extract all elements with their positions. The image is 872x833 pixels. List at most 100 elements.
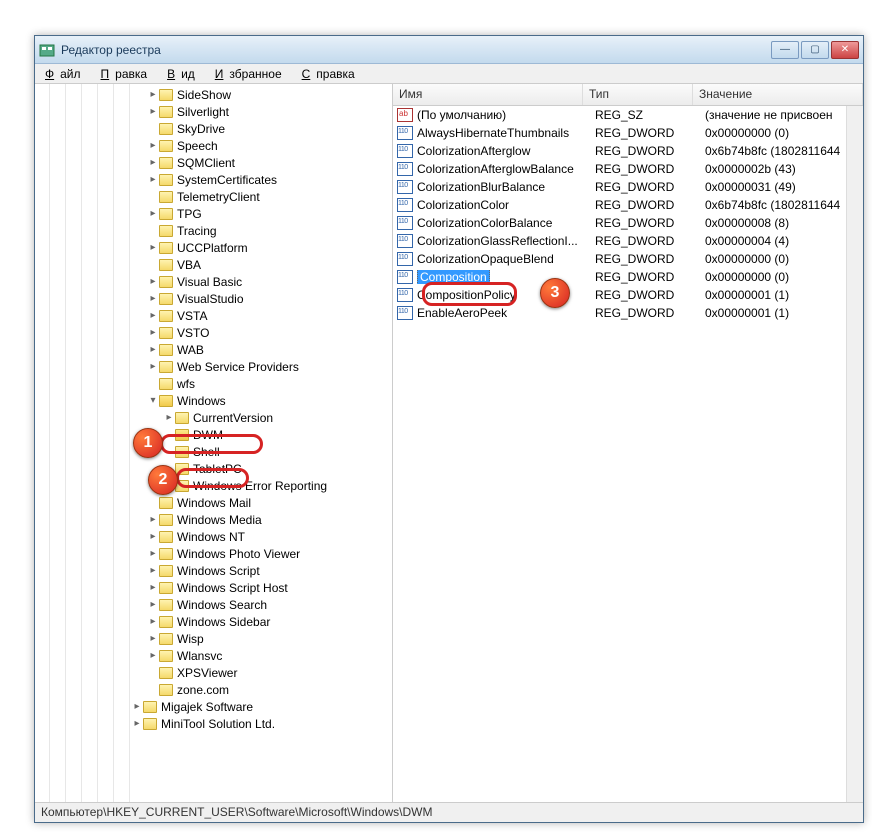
tree-item[interactable]: Windows Photo Viewer [35, 545, 392, 562]
title-bar[interactable]: Редактор реестра — ▢ ✕ [35, 36, 863, 64]
tree-item[interactable]: SQMClient [35, 154, 392, 171]
value-row[interactable]: ColorizationBlurBalanceREG_DWORD0x000000… [393, 178, 863, 196]
value-row[interactable]: AlwaysHibernateThumbnailsREG_DWORD0x0000… [393, 124, 863, 142]
value-data: 0x6b74b8fc (1802811644 [705, 198, 863, 212]
tree-item[interactable]: MiniTool Solution Ltd. [35, 715, 392, 732]
expander-icon[interactable] [131, 718, 143, 729]
tree-item[interactable]: VisualStudio [35, 290, 392, 307]
value-row[interactable]: ColorizationAfterglowREG_DWORD0x6b74b8fc… [393, 142, 863, 160]
tree-item[interactable]: Windows Script [35, 562, 392, 579]
tree-item[interactable]: WAB [35, 341, 392, 358]
tree-item[interactable]: Speech [35, 137, 392, 154]
value-row[interactable]: CompositionREG_DWORD0x00000000 (0) [393, 268, 863, 286]
expander-icon[interactable] [147, 157, 159, 168]
value-row[interactable]: ColorizationColorBalanceREG_DWORD0x00000… [393, 214, 863, 232]
tree-item[interactable]: Windows Mail [35, 494, 392, 511]
tree-item[interactable]: Windows [35, 392, 392, 409]
tree-item[interactable]: Silverlight [35, 103, 392, 120]
value-row[interactable]: ColorizationOpaqueBlendREG_DWORD0x000000… [393, 250, 863, 268]
scrollbar-vertical[interactable] [846, 106, 863, 802]
value-row[interactable]: ColorizationGlassReflectionI...REG_DWORD… [393, 232, 863, 250]
tree-item[interactable]: Migajek Software [35, 698, 392, 715]
tree-item[interactable]: TabletPC [35, 460, 392, 477]
tree-item[interactable]: zone.com [35, 681, 392, 698]
expander-icon[interactable] [147, 208, 159, 219]
expander-icon[interactable] [147, 616, 159, 627]
menu-view[interactable]: Вид [161, 65, 207, 83]
expander-icon[interactable] [147, 565, 159, 576]
tree-item[interactable]: Visual Basic [35, 273, 392, 290]
menu-edit[interactable]: Правка [95, 65, 160, 83]
tree-item[interactable]: Windows Script Host [35, 579, 392, 596]
expander-icon[interactable] [147, 361, 159, 372]
minimize-button[interactable]: — [771, 41, 799, 59]
tree-item[interactable]: Wisp [35, 630, 392, 647]
folder-icon [159, 327, 173, 339]
column-value[interactable]: Значение [693, 84, 863, 105]
tree-item[interactable]: TPG [35, 205, 392, 222]
binary-value-icon [397, 198, 413, 212]
tree-item[interactable]: TelemetryClient [35, 188, 392, 205]
values-panel[interactable]: Имя Тип Значение (По умолчанию)REG_SZ(зн… [393, 84, 863, 802]
menu-favorites[interactable]: Избранное [209, 65, 294, 83]
expander-icon[interactable] [147, 327, 159, 338]
expander-icon[interactable] [147, 395, 159, 406]
tree-item[interactable]: XPSViewer [35, 664, 392, 681]
expander-icon[interactable] [147, 344, 159, 355]
tree-item[interactable]: Windows Search [35, 596, 392, 613]
expander-icon[interactable] [163, 412, 175, 423]
window-buttons: — ▢ ✕ [771, 41, 859, 59]
tree-item[interactable]: wfs [35, 375, 392, 392]
expander-icon[interactable] [147, 293, 159, 304]
expander-icon[interactable] [147, 276, 159, 287]
tree-item[interactable]: Tracing [35, 222, 392, 239]
tree-item[interactable]: UCCPlatform [35, 239, 392, 256]
menu-help[interactable]: Справка [296, 65, 367, 83]
value-row[interactable]: ColorizationAfterglowBalanceREG_DWORD0x0… [393, 160, 863, 178]
expander-icon[interactable] [147, 548, 159, 559]
expander-icon[interactable] [147, 89, 159, 100]
value-row[interactable]: CompositionPolicyREG_DWORD0x00000001 (1) [393, 286, 863, 304]
expander-icon[interactable] [163, 480, 175, 491]
expander-icon[interactable] [147, 633, 159, 644]
value-name: ColorizationAfterglowBalance [417, 162, 595, 176]
tree-label: Migajek Software [161, 700, 253, 714]
tree-item[interactable]: DWM [35, 426, 392, 443]
tree-item[interactable]: Windows Error Reporting [35, 477, 392, 494]
tree-item[interactable]: Windows Sidebar [35, 613, 392, 630]
tree-item[interactable]: Windows NT [35, 528, 392, 545]
tree-item[interactable]: SideShow [35, 86, 392, 103]
expander-icon[interactable] [147, 106, 159, 117]
value-row[interactable]: (По умолчанию)REG_SZ(значение не присвое… [393, 106, 863, 124]
close-button[interactable]: ✕ [831, 41, 859, 59]
tree-panel[interactable]: SideShowSilverlightSkyDriveSpeechSQMClie… [35, 84, 393, 802]
value-name: ColorizationGlassReflectionI... [417, 234, 595, 248]
tree-item[interactable]: VSTO [35, 324, 392, 341]
tree-item[interactable]: Windows Media [35, 511, 392, 528]
value-name: ColorizationColor [417, 198, 595, 212]
expander-icon[interactable] [147, 531, 159, 542]
value-row[interactable]: ColorizationColorREG_DWORD0x6b74b8fc (18… [393, 196, 863, 214]
column-name[interactable]: Имя [393, 84, 583, 105]
tree-item[interactable]: VSTA [35, 307, 392, 324]
menu-file[interactable]: Файл [39, 65, 93, 83]
tree-item[interactable]: VBA [35, 256, 392, 273]
tree-item[interactable]: Web Service Providers [35, 358, 392, 375]
expander-icon[interactable] [147, 599, 159, 610]
expander-icon[interactable] [147, 582, 159, 593]
tree-item[interactable]: CurrentVersion [35, 409, 392, 426]
tree-item[interactable]: Wlansvc [35, 647, 392, 664]
maximize-button[interactable]: ▢ [801, 41, 829, 59]
expander-icon[interactable] [147, 650, 159, 661]
expander-icon[interactable] [147, 140, 159, 151]
expander-icon[interactable] [147, 514, 159, 525]
expander-icon[interactable] [147, 174, 159, 185]
tree-item[interactable]: SkyDrive [35, 120, 392, 137]
tree-item[interactable]: SystemCertificates [35, 171, 392, 188]
expander-icon[interactable] [147, 242, 159, 253]
column-type[interactable]: Тип [583, 84, 693, 105]
tree-item[interactable]: Shell [35, 443, 392, 460]
expander-icon[interactable] [131, 701, 143, 712]
value-row[interactable]: EnableAeroPeekREG_DWORD0x00000001 (1) [393, 304, 863, 322]
expander-icon[interactable] [147, 310, 159, 321]
